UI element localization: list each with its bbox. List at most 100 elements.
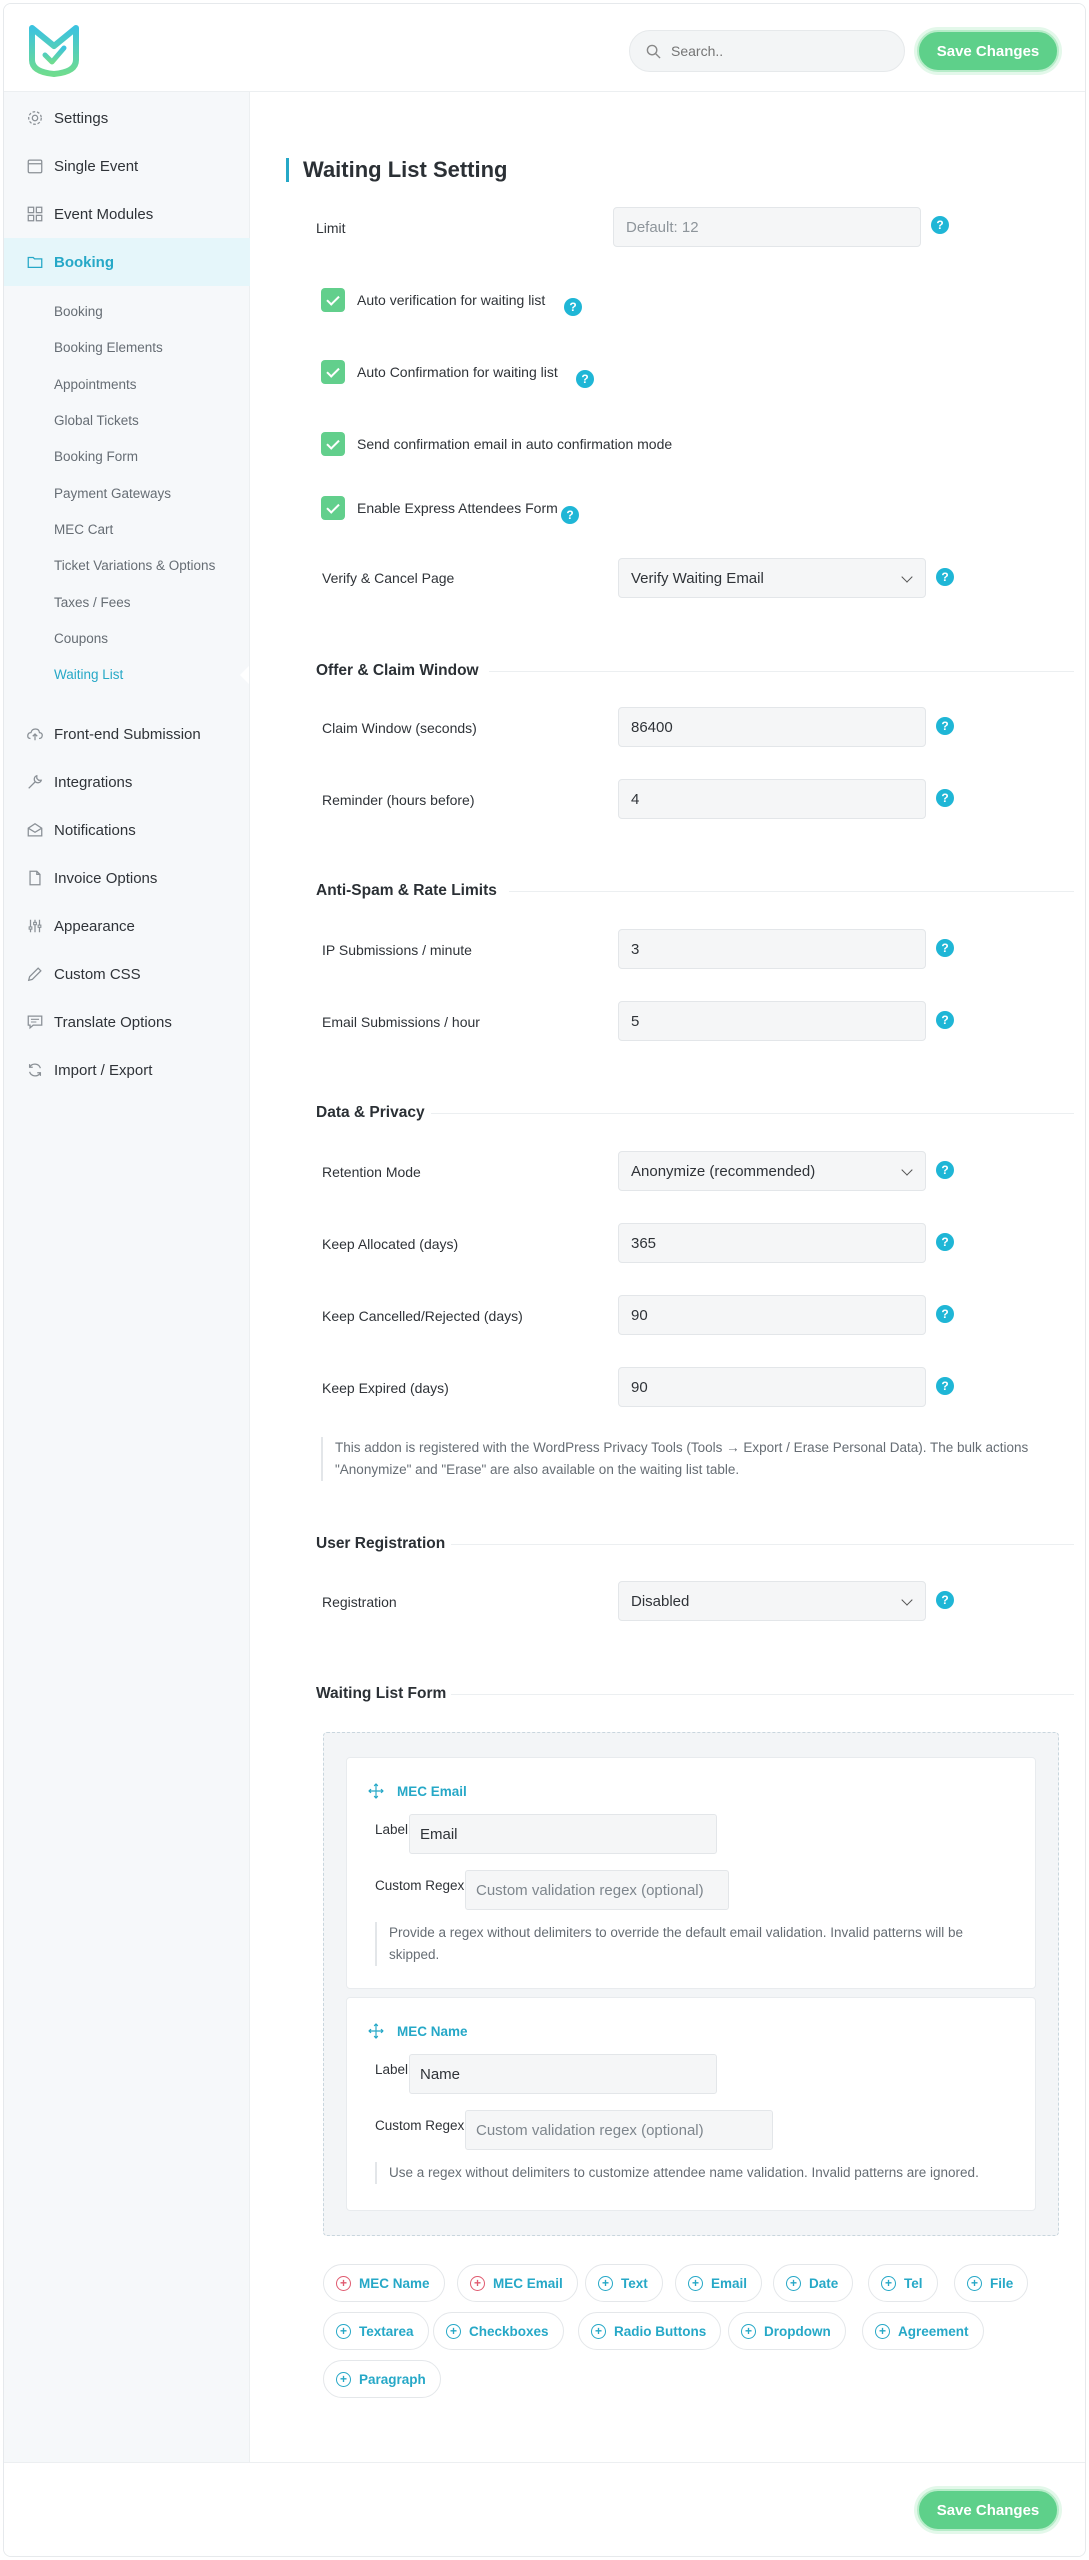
chevron-down-icon bbox=[901, 1164, 913, 1176]
sidebar-item-appearance[interactable]: Appearance bbox=[4, 902, 250, 950]
sidebar-item-label: Integrations bbox=[54, 773, 133, 791]
search-box[interactable] bbox=[629, 30, 905, 72]
sub-item-appointments[interactable]: Appointments bbox=[54, 377, 137, 392]
help-icon[interactable]: ? bbox=[564, 298, 582, 316]
claim-window-label: Claim Window (seconds) bbox=[322, 720, 477, 736]
mec-logo-icon bbox=[29, 25, 79, 77]
section-offer-claim: Offer & Claim Window bbox=[316, 662, 479, 679]
sub-item-mec-cart[interactable]: MEC Cart bbox=[54, 522, 113, 537]
sidebar-item-notifications[interactable]: Notifications bbox=[4, 806, 250, 854]
sub-item-ticket-variations[interactable]: Ticket Variations & Options bbox=[54, 558, 215, 573]
select-value: Anonymize (recommended) bbox=[631, 1162, 816, 1180]
keep-expired-input[interactable]: 90 bbox=[618, 1367, 926, 1407]
auto-confirmation-checkbox[interactable] bbox=[321, 360, 345, 384]
sidebar-item-custom-css[interactable]: Custom CSS bbox=[4, 950, 250, 998]
section-divider bbox=[489, 671, 1074, 672]
save-changes-button-bottom[interactable]: Save Changes bbox=[917, 2489, 1059, 2531]
sub-item-booking-form[interactable]: Booking Form bbox=[54, 449, 138, 464]
section-data-privacy: Data & Privacy bbox=[316, 1104, 425, 1121]
form-builder-area[interactable]: MEC Email Label Email Custom Regex Custo… bbox=[323, 1732, 1059, 2236]
help-icon[interactable]: ? bbox=[936, 1161, 954, 1179]
sidebar-item-integrations[interactable]: Integrations bbox=[4, 758, 250, 806]
add-field-textarea-chip[interactable]: + Textarea bbox=[323, 2312, 429, 2350]
sub-item-waiting-list[interactable]: Waiting List bbox=[54, 667, 123, 682]
add-field-email-chip[interactable]: + Email bbox=[675, 2264, 763, 2302]
save-changes-button-top[interactable]: Save Changes bbox=[917, 30, 1059, 72]
active-pointer bbox=[240, 666, 249, 684]
help-icon[interactable]: ? bbox=[936, 1591, 954, 1609]
limit-label: Limit bbox=[316, 220, 346, 236]
field-label-input[interactable]: Name bbox=[409, 2054, 717, 2094]
sidebar-item-booking[interactable]: Booking bbox=[4, 238, 250, 286]
custom-regex-input[interactable]: Custom validation regex (optional) bbox=[465, 1870, 729, 1910]
limit-input[interactable]: Default: 12 bbox=[613, 207, 921, 247]
retention-mode-select[interactable]: Anonymize (recommended) bbox=[618, 1151, 926, 1191]
move-icon[interactable] bbox=[367, 1782, 385, 1800]
sub-item-coupons[interactable]: Coupons bbox=[54, 631, 108, 646]
registration-select[interactable]: Disabled bbox=[618, 1581, 926, 1621]
sub-item-booking[interactable]: Booking bbox=[54, 304, 103, 319]
form-field-card[interactable]: MEC Name Label Name Custom Regex Custom … bbox=[346, 1997, 1036, 2211]
move-icon[interactable] bbox=[367, 2022, 385, 2040]
add-field-checkboxes-chip[interactable]: + Checkboxes bbox=[433, 2312, 564, 2350]
sidebar-item-label: Single Event bbox=[54, 157, 139, 175]
add-field-mec-name-chip[interactable]: + MEC Name bbox=[323, 2264, 445, 2302]
help-icon[interactable]: ? bbox=[936, 789, 954, 807]
custom-regex-input[interactable]: Custom validation regex (optional) bbox=[465, 2110, 773, 2150]
form-field-card[interactable]: MEC Email Label Email Custom Regex Custo… bbox=[346, 1757, 1036, 1989]
add-field-date-chip[interactable]: + Date bbox=[773, 2264, 854, 2302]
keep-allocated-input[interactable]: 365 bbox=[618, 1223, 926, 1263]
send-confirmation-checkbox[interactable] bbox=[321, 432, 345, 456]
sidebar-item-settings[interactable]: Settings bbox=[4, 94, 250, 142]
help-icon[interactable]: ? bbox=[936, 717, 954, 735]
search-input[interactable] bbox=[671, 43, 871, 59]
sidebar-item-event-modules[interactable]: Event Modules bbox=[4, 190, 250, 238]
verify-cancel-select[interactable]: Verify Waiting Email bbox=[618, 558, 926, 598]
help-icon[interactable]: ? bbox=[936, 1305, 954, 1323]
chip-label: Date bbox=[809, 2275, 839, 2291]
help-icon[interactable]: ? bbox=[936, 1377, 954, 1395]
help-icon[interactable]: ? bbox=[931, 216, 949, 234]
help-icon[interactable]: ? bbox=[936, 1011, 954, 1029]
plus-circle-icon: + bbox=[881, 2275, 896, 2291]
email-submissions-input[interactable]: 5 bbox=[618, 1001, 926, 1041]
keep-cancelled-input[interactable]: 90 bbox=[618, 1295, 926, 1335]
sub-item-taxes-fees[interactable]: Taxes / Fees bbox=[54, 595, 131, 610]
section-anti-spam: Anti-Spam & Rate Limits bbox=[316, 882, 497, 899]
plus-circle-icon: + bbox=[336, 2275, 351, 2291]
sub-item-payment-gateways[interactable]: Payment Gateways bbox=[54, 486, 171, 501]
help-icon[interactable]: ? bbox=[936, 568, 954, 586]
sidebar-item-import-export[interactable]: Import / Export bbox=[4, 1046, 250, 1094]
plus-circle-icon: + bbox=[598, 2275, 613, 2291]
sidebar-item-front-end-submission[interactable]: Front-end Submission bbox=[4, 710, 250, 758]
sidebar-item-single-event[interactable]: Single Event bbox=[4, 142, 250, 190]
add-field-radio-buttons-chip[interactable]: + Radio Buttons bbox=[578, 2312, 722, 2350]
chip-label: Textarea bbox=[359, 2323, 414, 2339]
chevron-down-icon bbox=[901, 1594, 913, 1606]
express-attendees-checkbox[interactable] bbox=[321, 496, 345, 520]
plus-circle-icon: + bbox=[967, 2275, 982, 2291]
add-field-dropdown-chip[interactable]: + Dropdown bbox=[728, 2312, 846, 2350]
sub-item-booking-elements[interactable]: Booking Elements bbox=[54, 340, 163, 355]
sidebar-item-invoice-options[interactable]: Invoice Options bbox=[4, 854, 250, 902]
auto-verification-checkbox[interactable] bbox=[321, 288, 345, 312]
help-icon[interactable]: ? bbox=[561, 506, 579, 524]
add-field-paragraph-chip[interactable]: + Paragraph bbox=[323, 2360, 441, 2398]
sidebar-item-label: Translate Options bbox=[54, 1013, 172, 1031]
help-icon[interactable]: ? bbox=[936, 1233, 954, 1251]
add-field-tel-chip[interactable]: + Tel bbox=[868, 2264, 938, 2302]
claim-window-input[interactable]: 86400 bbox=[618, 707, 926, 747]
sub-item-global-tickets[interactable]: Global Tickets bbox=[54, 413, 139, 428]
field-label-input[interactable]: Email bbox=[409, 1814, 717, 1854]
reminder-input[interactable]: 4 bbox=[618, 779, 926, 819]
add-field-text-chip[interactable]: + Text bbox=[585, 2264, 663, 2302]
plus-circle-icon: + bbox=[875, 2323, 890, 2339]
field-card-note: Provide a regex without delimiters to ov… bbox=[375, 1922, 995, 1966]
sidebar-item-translate-options[interactable]: Translate Options bbox=[4, 998, 250, 1046]
help-icon[interactable]: ? bbox=[936, 939, 954, 957]
help-icon[interactable]: ? bbox=[576, 370, 594, 388]
add-field-mec-email-chip[interactable]: + MEC Email bbox=[457, 2264, 578, 2302]
add-field-agreement-chip[interactable]: + Agreement bbox=[862, 2312, 984, 2350]
ip-submissions-input[interactable]: 3 bbox=[618, 929, 926, 969]
add-field-file-chip[interactable]: + File bbox=[954, 2264, 1029, 2302]
